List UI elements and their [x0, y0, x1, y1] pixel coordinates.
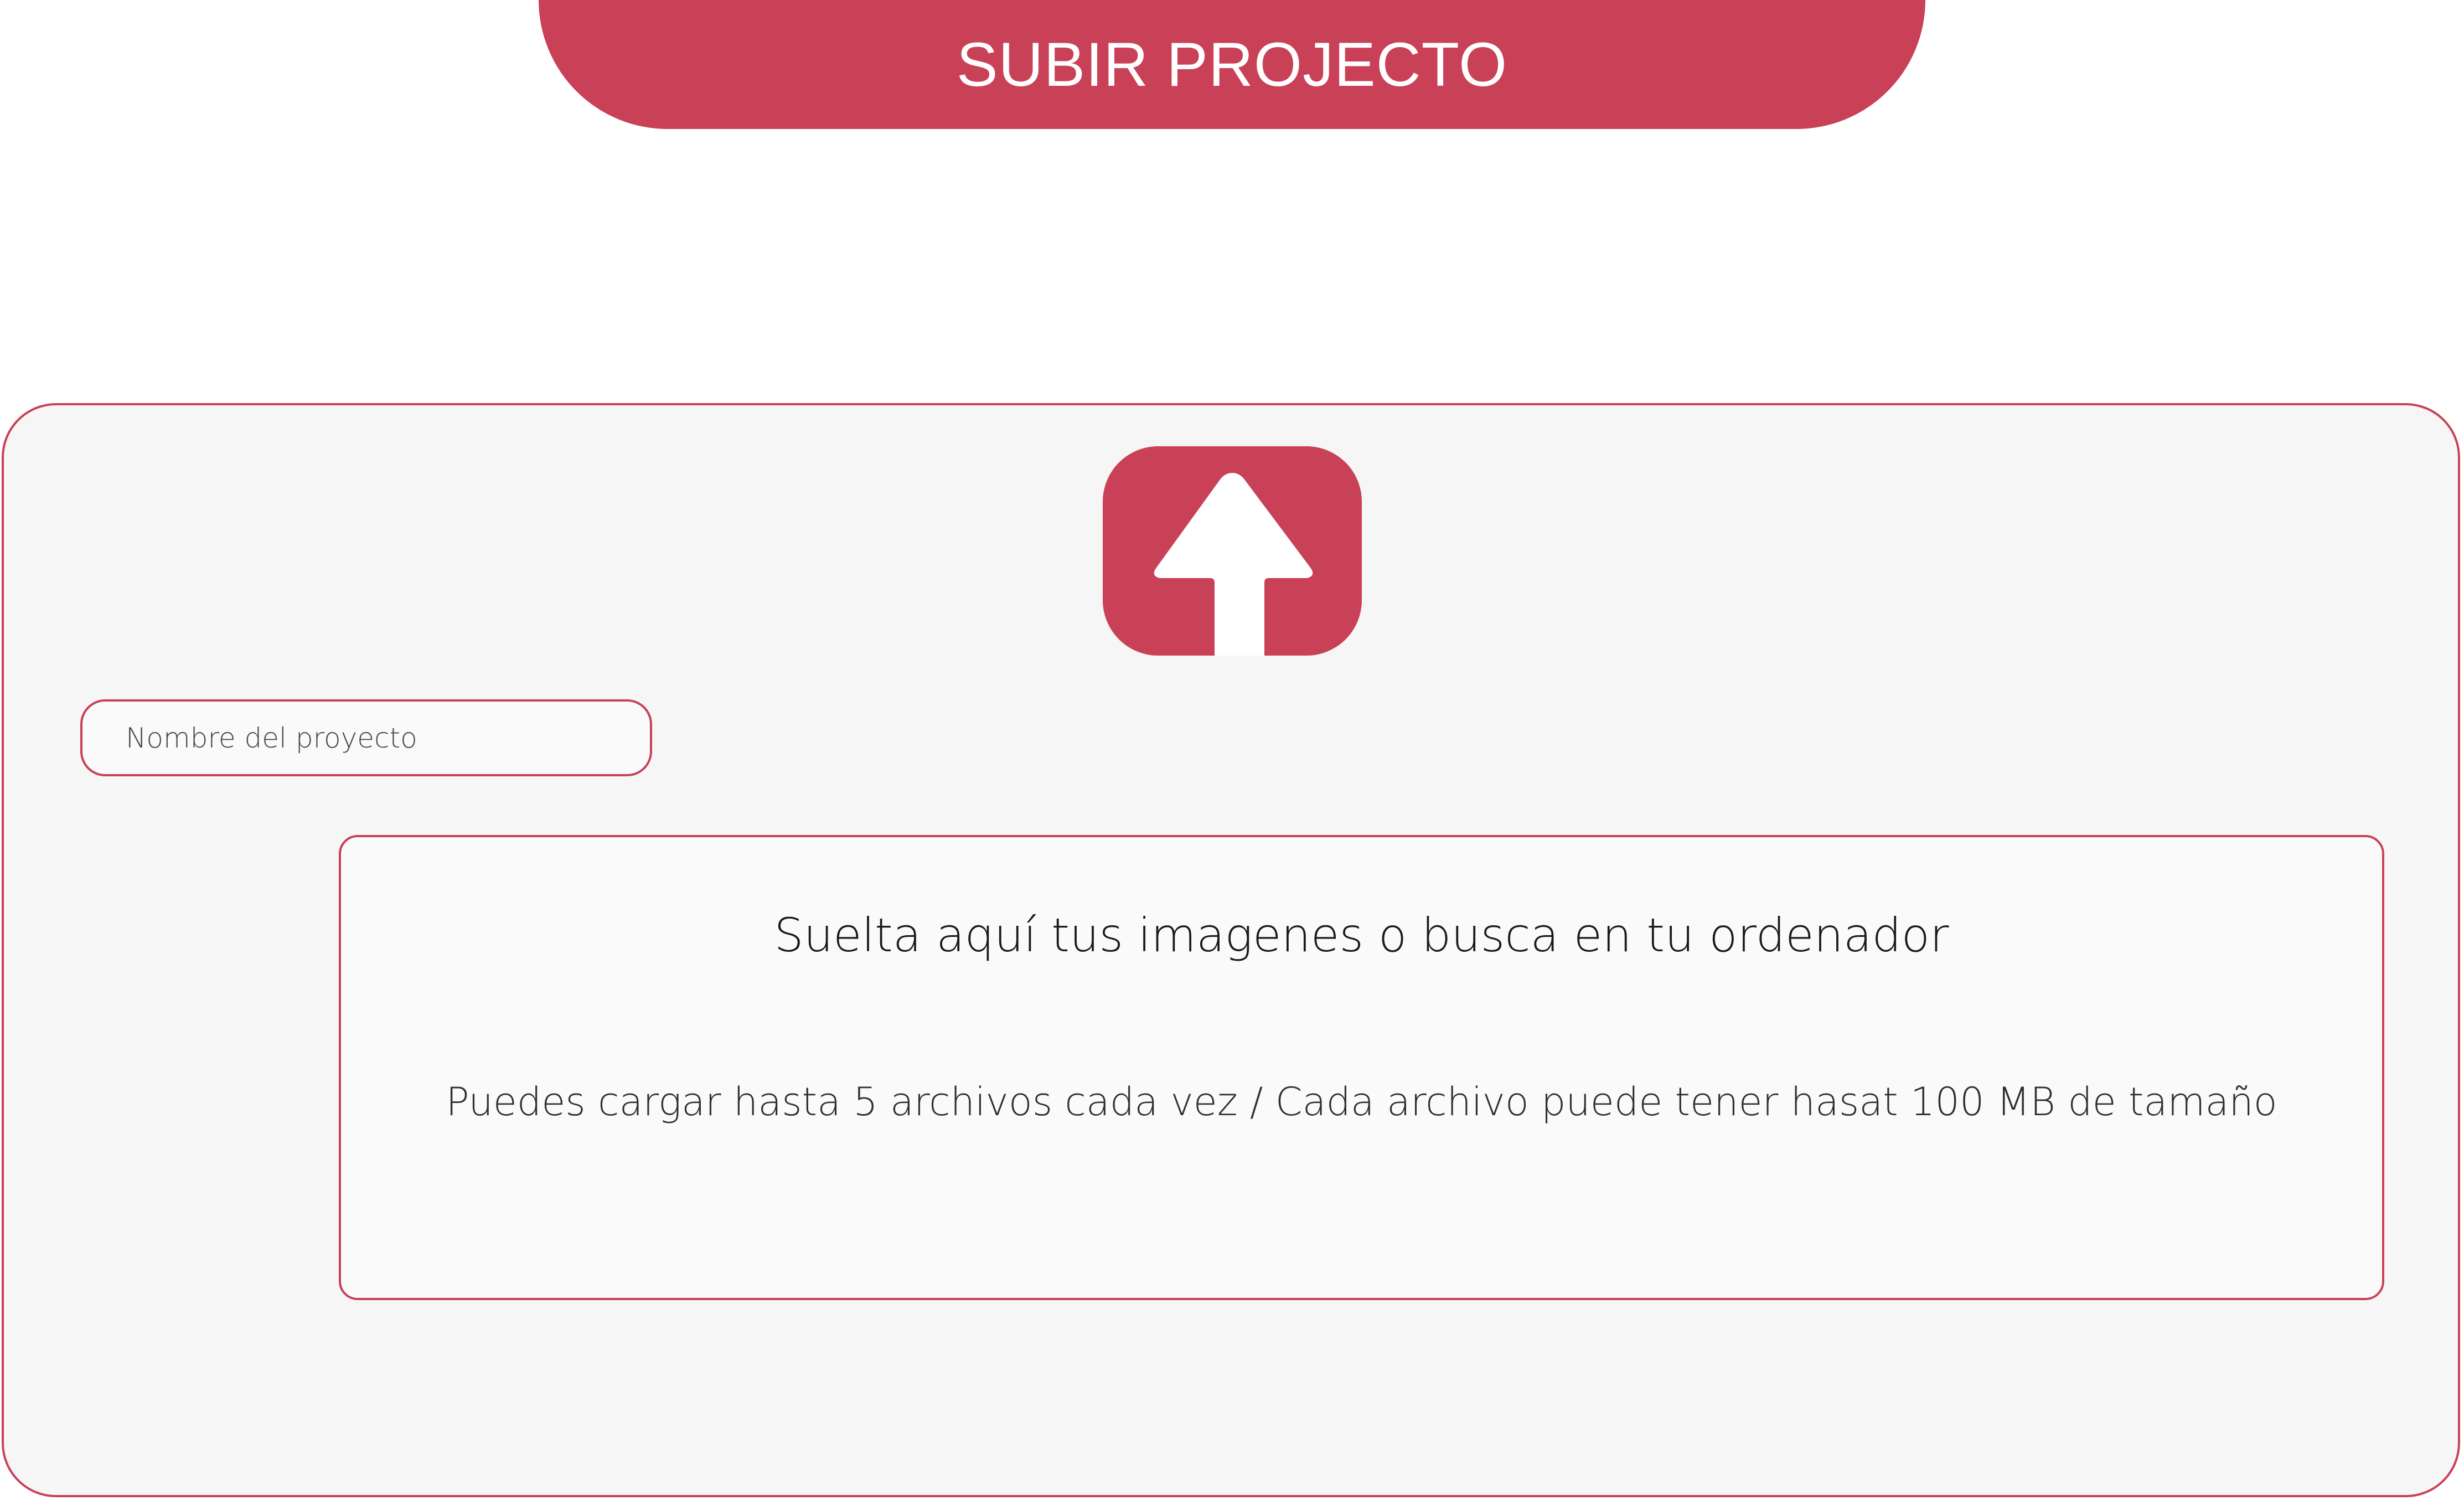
- page-title: SUBIR PROJECTO: [956, 30, 1508, 99]
- dropzone-title: Suelta aquí tus imagenes o busca en tu o…: [774, 908, 1949, 962]
- project-name-input[interactable]: [80, 699, 652, 776]
- upload-arrow-icon[interactable]: [1103, 446, 1362, 656]
- page-header-tab: SUBIR PROJECTO: [539, 0, 1925, 129]
- dropzone-hint: Puedes cargar hasta 5 archivos cada vez …: [446, 1079, 2277, 1125]
- file-dropzone[interactable]: Suelta aquí tus imagenes o busca en tu o…: [339, 835, 2384, 1300]
